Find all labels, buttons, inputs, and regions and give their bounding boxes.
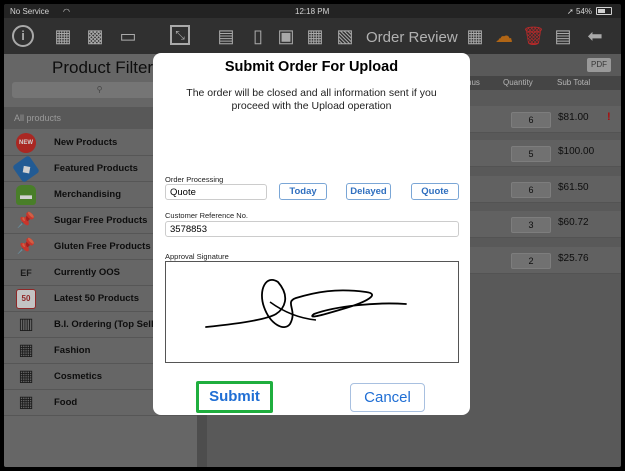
dialog-message: The order will be closed and all informa… <box>186 87 437 112</box>
signature-label: Approval Signature <box>165 252 229 261</box>
submit-order-dialog: Submit Order For Upload The order will b… <box>153 53 470 415</box>
signature-drawing <box>205 279 407 329</box>
customer-ref-label: Customer Reference No. <box>165 211 248 220</box>
order-processing-field[interactable]: Quote <box>165 184 267 200</box>
delayed-button[interactable]: Delayed <box>346 183 391 200</box>
dialog-title: Submit Order For Upload <box>224 59 399 75</box>
today-button[interactable]: Today <box>279 183 327 200</box>
order-processing-label: Order Processing <box>165 175 224 184</box>
cancel-button[interactable]: Cancel <box>350 383 425 412</box>
quote-button[interactable]: Quote <box>411 183 459 200</box>
customer-ref-field[interactable]: 3578853 <box>165 221 459 237</box>
ipad-screen: No Service ◠ 12:18 PM ➚ 54% i ▦ ▩ ▭ ⤡ ▤ … <box>4 4 621 467</box>
submit-button[interactable]: Submit <box>196 381 273 413</box>
signature-pad[interactable] <box>165 261 459 363</box>
